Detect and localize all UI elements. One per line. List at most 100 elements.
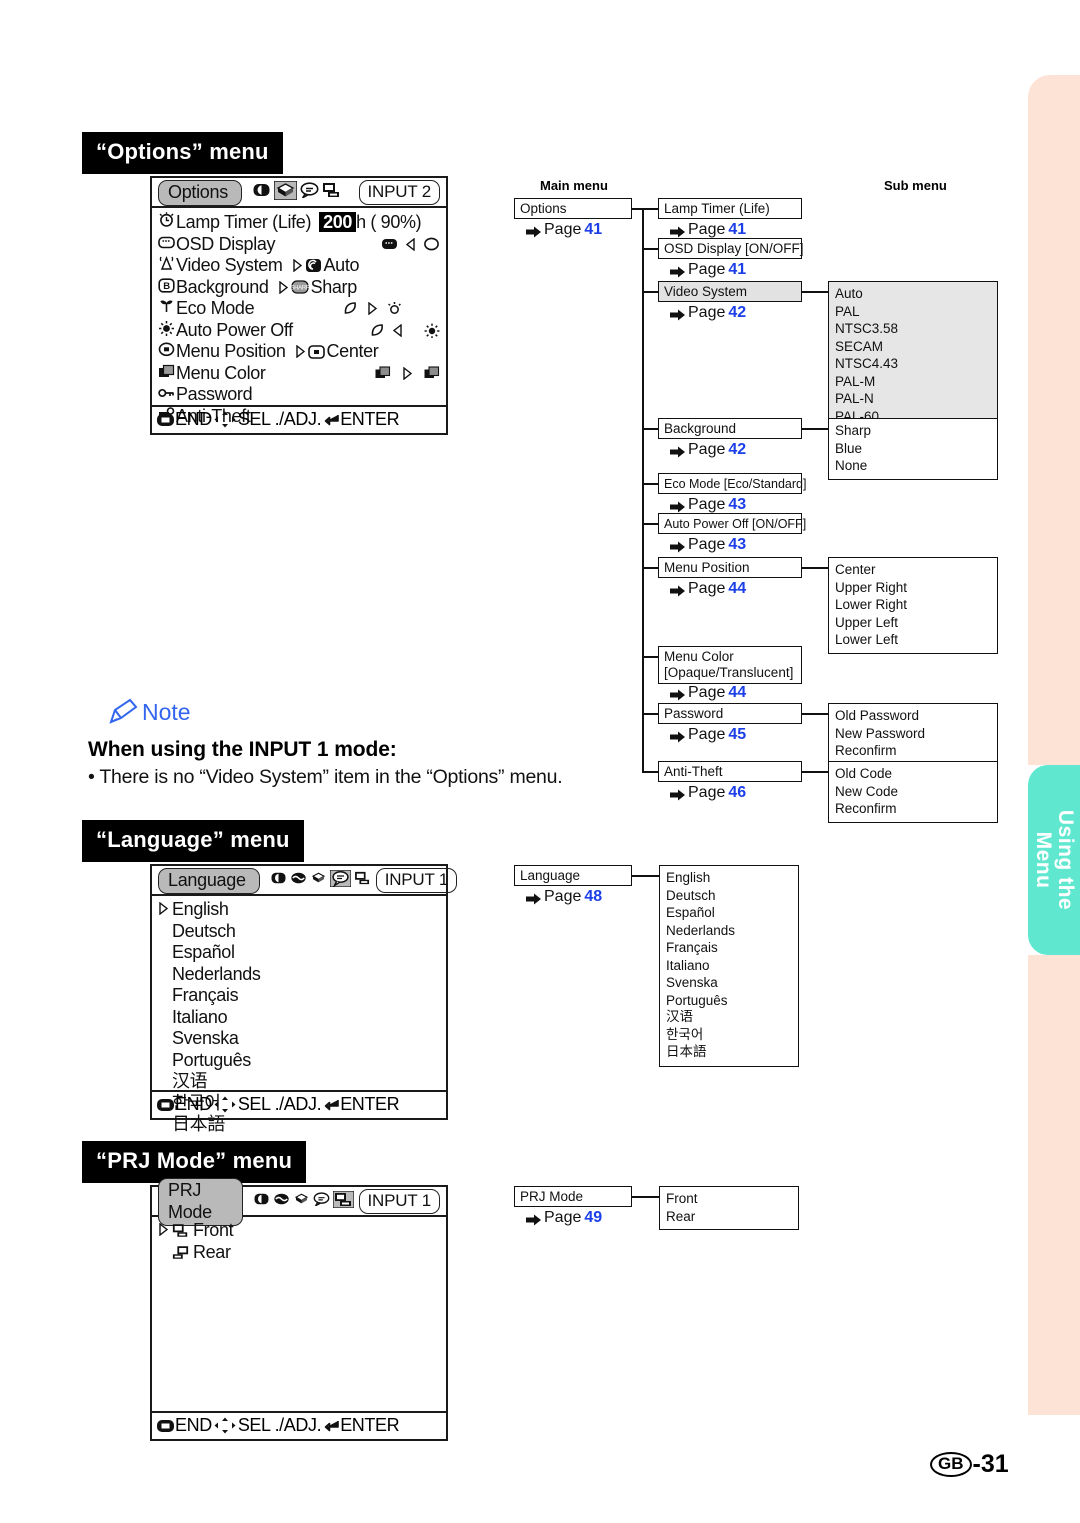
list-item[interactable]: SECAM bbox=[835, 338, 991, 356]
list-item[interactable]: PAL bbox=[835, 303, 991, 321]
flow-pageref-prj-mode[interactable]: Page 49 bbox=[526, 1209, 602, 1227]
flow-item-osd-display[interactable]: OSD Display [ON/OFF] bbox=[658, 238, 804, 259]
picture-tab-icon[interactable] bbox=[270, 871, 287, 890]
list-item[interactable]: Italiano bbox=[666, 957, 792, 975]
list-item[interactable]: Old Code bbox=[835, 765, 991, 783]
osd-row-video-system[interactable]: Video System Auto bbox=[158, 255, 440, 277]
list-item[interactable]: 日本語 bbox=[666, 1044, 792, 1062]
osd-row-osd-display[interactable]: OSD Display bbox=[158, 234, 440, 256]
osd-list-item[interactable]: Português bbox=[158, 1050, 440, 1072]
flow-pageref-menu-color[interactable]: Page 44 bbox=[670, 684, 746, 702]
osd-list-item[interactable]: Español bbox=[158, 942, 440, 964]
list-item[interactable]: Reconfirm bbox=[835, 800, 991, 818]
list-item[interactable]: Svenska bbox=[666, 974, 792, 992]
list-item[interactable]: Reconfirm bbox=[835, 742, 991, 760]
list-item[interactable]: PAL-M bbox=[835, 373, 991, 391]
flow-pageref-options[interactable]: Page 41 bbox=[526, 221, 602, 239]
list-item[interactable]: Center bbox=[835, 561, 991, 579]
prj-mode-tab-icon[interactable] bbox=[354, 871, 371, 890]
fine-sync-tab-icon[interactable] bbox=[290, 871, 307, 890]
osd-row-menu-position[interactable]: Menu Position Center bbox=[158, 341, 440, 363]
flow-sub-password[interactable]: Old Password New Password Reconfirm bbox=[828, 703, 998, 765]
list-item[interactable]: Blue bbox=[835, 440, 991, 458]
osd-list-item[interactable]: Italiano bbox=[158, 1007, 440, 1029]
flow-sub-anti-theft[interactable]: Old Code New Code Reconfirm bbox=[828, 761, 998, 823]
list-item[interactable]: Português bbox=[666, 992, 792, 1010]
flow-sub-prj-mode[interactable]: Front Rear bbox=[659, 1186, 799, 1230]
list-item[interactable]: Español bbox=[666, 904, 792, 922]
picture-tab-icon[interactable] bbox=[252, 182, 271, 203]
list-item[interactable]: Français bbox=[666, 939, 792, 957]
list-item[interactable]: Upper Left bbox=[835, 614, 991, 632]
flow-pageref-anti-theft[interactable]: Page 46 bbox=[670, 784, 746, 802]
flow-item-lamp-timer[interactable]: Lamp Timer (Life) bbox=[658, 198, 802, 219]
osd-list-item[interactable]: Rear bbox=[158, 1242, 440, 1264]
flow-item-anti-theft[interactable]: Anti-Theft bbox=[658, 761, 802, 782]
flow-pageref-language[interactable]: Page 48 bbox=[526, 888, 602, 906]
osd-row-background[interactable]: B Background SHARP Sharp bbox=[158, 277, 440, 299]
flow-item-eco-mode[interactable]: Eco Mode [Eco/Standard] bbox=[658, 473, 806, 494]
flow-pageref-password[interactable]: Page 45 bbox=[670, 726, 746, 744]
flow-pageref-menu-position[interactable]: Page 44 bbox=[670, 580, 746, 598]
list-item[interactable]: Auto bbox=[835, 285, 991, 303]
flow-sub-menu-position[interactable]: Center Upper Right Lower Right Upper Left Lo… bbox=[828, 557, 998, 654]
flow-item-password[interactable]: Password bbox=[658, 703, 802, 724]
language-tab-icon-selected[interactable] bbox=[329, 868, 352, 892]
osd-list-item[interactable]: Front bbox=[158, 1220, 440, 1242]
flow-sub-video-system[interactable]: Auto PAL NTSC3.58 SECAM NTSC4.43 PAL-M PAL-N PA… bbox=[828, 281, 998, 430]
list-item[interactable]: PAL-N bbox=[835, 390, 991, 408]
osd-list-item[interactable]: Nederlands bbox=[158, 964, 440, 986]
language-tab-icon[interactable] bbox=[313, 1192, 330, 1211]
options-tab-icon[interactable] bbox=[293, 1192, 310, 1211]
osd-list-item[interactable]: Français bbox=[158, 985, 440, 1007]
flow-item-background[interactable]: Background bbox=[658, 418, 802, 439]
list-item[interactable]: 한국어 bbox=[666, 1027, 792, 1045]
list-item[interactable]: NTSC4.43 bbox=[835, 355, 991, 373]
eco-mode-toggle[interactable] bbox=[343, 301, 440, 316]
osd-list-item[interactable]: Svenska bbox=[158, 1028, 440, 1050]
flow-item-menu-color[interactable]: Menu Color [Opaque/Translucent] bbox=[658, 646, 802, 684]
flow-main-options[interactable]: Options bbox=[514, 198, 632, 219]
flow-pageref-eco-mode[interactable]: Page 43 bbox=[670, 496, 746, 514]
flow-pageref-background[interactable]: Page 42 bbox=[670, 441, 746, 459]
list-item[interactable]: Lower Right bbox=[835, 596, 991, 614]
flow-main-prj-mode[interactable]: PRJ Mode bbox=[514, 1186, 632, 1207]
list-item[interactable]: English bbox=[666, 869, 792, 887]
list-item[interactable]: Old Password bbox=[835, 707, 991, 725]
flow-sub-language[interactable]: English Deutsch Español Nederlands Français I… bbox=[659, 865, 799, 1067]
osd-row-eco-mode[interactable]: Eco Mode bbox=[158, 298, 440, 320]
options-tab-icon[interactable] bbox=[310, 871, 327, 890]
list-item[interactable]: Nederlands bbox=[666, 922, 792, 940]
list-item[interactable]: None bbox=[835, 457, 991, 475]
osd-list-item[interactable]: English bbox=[158, 899, 440, 921]
flow-sub-background[interactable]: Sharp Blue None bbox=[828, 418, 998, 480]
flow-pageref-video-system[interactable]: Page 42 bbox=[670, 304, 746, 322]
flow-item-menu-position[interactable]: Menu Position bbox=[658, 557, 802, 578]
prj-mode-tab-icon-selected[interactable] bbox=[331, 1189, 355, 1213]
osd-row-auto-power-off[interactable]: Auto Power Off bbox=[158, 320, 440, 342]
prj-mode-tab-icon[interactable] bbox=[322, 182, 341, 203]
osd-list-item[interactable]: Deutsch bbox=[158, 921, 440, 943]
list-item[interactable]: Deutsch bbox=[666, 887, 792, 905]
list-item[interactable]: Upper Right bbox=[835, 579, 991, 597]
flow-pageref-osd-display[interactable]: Page 41 bbox=[670, 261, 746, 279]
flow-item-auto-power-off[interactable]: Auto Power Off [ON/OFF] bbox=[658, 513, 806, 534]
list-item[interactable]: Front bbox=[666, 1190, 792, 1208]
flow-main-language[interactable]: Language bbox=[514, 865, 632, 886]
options-tab-icon-selected[interactable] bbox=[273, 179, 298, 205]
language-tab-icon[interactable] bbox=[300, 182, 319, 203]
auto-power-off-toggle[interactable] bbox=[370, 323, 440, 338]
flow-pageref-auto-power-off[interactable]: Page 43 bbox=[670, 536, 746, 554]
menu-color-toggle[interactable] bbox=[375, 366, 440, 380]
list-item[interactable]: Lower Left bbox=[835, 631, 991, 649]
flow-pageref-lamp-timer[interactable]: Page 41 bbox=[670, 221, 746, 239]
list-item[interactable]: Rear bbox=[666, 1208, 792, 1226]
osd-row-menu-color[interactable]: Menu Color bbox=[158, 363, 440, 385]
osd-row-lamp-timer[interactable]: Lamp Timer (Life) 200 h ( 90%) bbox=[158, 211, 440, 234]
list-item[interactable]: Sharp bbox=[835, 422, 991, 440]
list-item[interactable]: NTSC3.58 bbox=[835, 320, 991, 338]
list-item[interactable]: 汉语 bbox=[666, 1009, 792, 1027]
fine-sync-tab-icon[interactable] bbox=[273, 1192, 290, 1211]
osd-display-toggle[interactable] bbox=[381, 237, 440, 251]
flow-item-video-system[interactable]: Video System bbox=[658, 281, 802, 302]
